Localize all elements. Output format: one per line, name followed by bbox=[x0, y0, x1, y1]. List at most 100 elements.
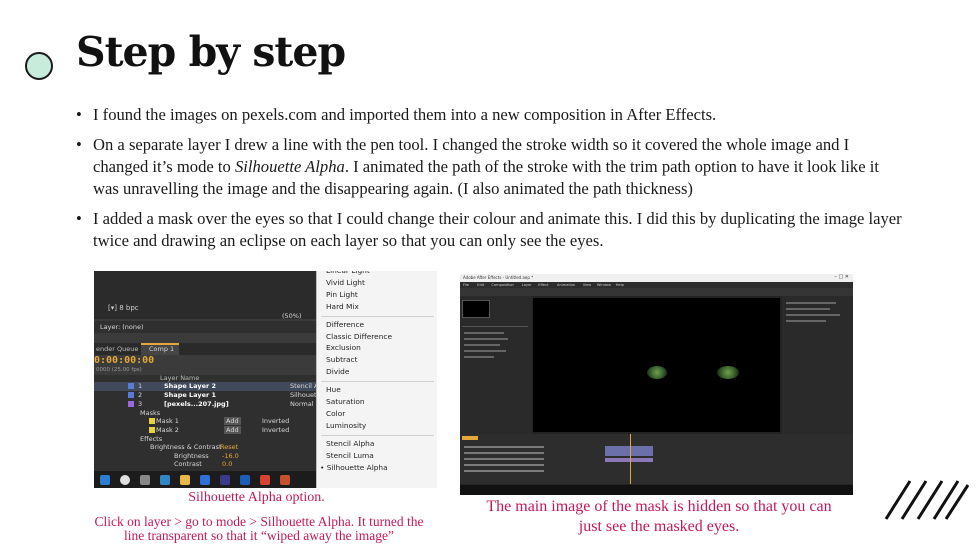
menu-item-saturation[interactable]: Saturation bbox=[326, 397, 365, 406]
timeline-panel[interactable] bbox=[460, 434, 853, 484]
menu-separator bbox=[321, 434, 434, 436]
window-controls[interactable]: – □ ✕ bbox=[834, 274, 849, 280]
timeline-row[interactable] bbox=[464, 464, 544, 466]
folder-icon[interactable] bbox=[180, 475, 190, 485]
after-effects-icon[interactable] bbox=[220, 475, 230, 485]
masks-label[interactable]: Masks bbox=[140, 409, 160, 417]
timeline-row[interactable] bbox=[464, 452, 544, 454]
layer-num: 3 bbox=[138, 400, 143, 408]
menu-item-hard-mix[interactable]: Hard Mix bbox=[326, 302, 359, 311]
menu-item-color[interactable]: Color bbox=[326, 409, 345, 418]
project-panel bbox=[460, 296, 532, 436]
zoom-label[interactable]: (50%) bbox=[282, 312, 302, 320]
menu-item-difference[interactable]: Difference bbox=[326, 320, 364, 329]
divider bbox=[462, 326, 528, 327]
layer-name[interactable]: Shape Layer 1 bbox=[164, 391, 216, 399]
menu-item-hue[interactable]: Hue bbox=[326, 385, 341, 394]
menu-item-exclusion[interactable]: Exclusion bbox=[326, 343, 361, 352]
project-item[interactable] bbox=[464, 344, 500, 346]
fps-label: 0000 (25.00 fps) bbox=[96, 367, 142, 373]
layer-label[interactable]: Layer: (none) bbox=[100, 323, 144, 331]
timeline-row[interactable] bbox=[464, 446, 544, 448]
photoshop-icon[interactable] bbox=[240, 475, 250, 485]
label-swatch bbox=[128, 392, 134, 398]
layer-mode[interactable]: Silhouet bbox=[290, 391, 317, 399]
chrome-icon[interactable] bbox=[260, 475, 270, 485]
menu-help[interactable]: Help bbox=[616, 283, 624, 287]
menu-effect[interactable]: Effect bbox=[538, 283, 548, 287]
layer-name-header: Layer Name bbox=[160, 374, 200, 382]
effect-reset[interactable]: Reset bbox=[220, 443, 238, 451]
caption-left-body: Click on layer > go to mode > Silhouette… bbox=[94, 514, 424, 543]
left-eye bbox=[647, 366, 667, 379]
bpc-label: [▾] 8 bpc bbox=[108, 304, 139, 312]
mask-inverted[interactable]: Inverted bbox=[262, 426, 289, 434]
menu-item-pin-light[interactable]: Pin Light bbox=[326, 290, 358, 299]
slashes-decoration bbox=[884, 480, 970, 520]
project-item[interactable] bbox=[464, 338, 508, 340]
layer-bar[interactable] bbox=[605, 458, 653, 462]
layer-name[interactable]: Shape Layer 2 bbox=[164, 382, 216, 390]
powerpoint-icon[interactable] bbox=[280, 475, 290, 485]
mask-mode[interactable]: Add bbox=[224, 426, 241, 434]
mask-swatch bbox=[149, 418, 155, 424]
layer-bar[interactable] bbox=[605, 446, 653, 456]
menu-window[interactable]: Window bbox=[597, 283, 611, 287]
search-icon[interactable] bbox=[120, 475, 130, 485]
render-queue-tab[interactable]: ender Queue bbox=[96, 345, 138, 353]
mask-inverted[interactable]: Inverted bbox=[262, 417, 289, 425]
ae-workspace-screenshot: Adobe After Effects - Untitled.aep * – □… bbox=[460, 274, 853, 495]
mask-name[interactable]: Mask 2 bbox=[156, 426, 179, 434]
menu-item-subtract[interactable]: Subtract bbox=[326, 355, 358, 364]
task-view-icon[interactable] bbox=[140, 475, 150, 485]
menu-animation[interactable]: Animation bbox=[557, 283, 575, 287]
menu-file[interactable]: File bbox=[463, 283, 469, 287]
brightness-value[interactable]: -16.0 bbox=[222, 452, 239, 460]
effect-name[interactable]: Brightness & Contrast bbox=[150, 443, 222, 451]
menu-layer[interactable]: Layer bbox=[522, 283, 532, 287]
timecode[interactable]: 0:00:00:00 bbox=[94, 355, 154, 366]
menu-item-stencil-alpha[interactable]: Stencil Alpha bbox=[326, 439, 374, 448]
menu-item-vivid-light[interactable]: Vivid Light bbox=[326, 278, 365, 287]
composition-viewer[interactable] bbox=[533, 298, 780, 432]
panel-row bbox=[786, 320, 826, 322]
timeline-row[interactable] bbox=[464, 470, 544, 472]
contrast-value[interactable]: 0.0 bbox=[222, 460, 232, 468]
menu-composition[interactable]: Composition bbox=[491, 283, 513, 287]
menu-item-classic-difference[interactable]: Classic Difference bbox=[326, 332, 392, 341]
brightness-label: Brightness bbox=[174, 452, 209, 460]
layer-name[interactable]: [pexels...207.jpg] bbox=[164, 400, 229, 408]
effects-panel bbox=[782, 296, 853, 436]
menu-item-silhouette-alpha[interactable]: • Silhouette Alpha bbox=[320, 463, 388, 472]
menu-item-divide[interactable]: Divide bbox=[326, 367, 349, 376]
slide-title: Step by step bbox=[76, 28, 346, 76]
title-bullet-circle bbox=[25, 52, 53, 80]
menu-item-stencil-luma[interactable]: Stencil Luma bbox=[326, 451, 374, 460]
word-icon[interactable] bbox=[200, 475, 210, 485]
edge-icon[interactable] bbox=[160, 475, 170, 485]
panel-row bbox=[786, 302, 836, 304]
contrast-label: Contrast bbox=[174, 460, 202, 468]
menu-view[interactable]: View bbox=[583, 283, 592, 287]
layer-mode[interactable]: Stencil A bbox=[290, 382, 319, 390]
mask-name[interactable]: Mask 1 bbox=[156, 417, 179, 425]
layer-mode[interactable]: Normal bbox=[290, 400, 314, 408]
caption-left-title: Silhouette Alpha option. bbox=[188, 490, 325, 505]
playhead[interactable] bbox=[630, 434, 631, 484]
bullet-text: I found the images on pexels.com and imp… bbox=[93, 105, 717, 124]
project-item[interactable] bbox=[464, 350, 506, 352]
caption-right: The main image of the mask is hidden so … bbox=[486, 498, 832, 535]
menu-item-luminosity[interactable]: Luminosity bbox=[326, 421, 366, 430]
project-item[interactable] bbox=[464, 332, 504, 334]
effects-label[interactable]: Effects bbox=[140, 435, 162, 443]
mask-mode[interactable]: Add bbox=[224, 417, 241, 425]
project-item[interactable] bbox=[464, 356, 494, 358]
menu-edit[interactable]: Edit bbox=[477, 283, 484, 287]
timeline-timecode[interactable] bbox=[462, 436, 478, 440]
blend-mode-menu: Linear Light Vivid Light Pin Light Hard Mix… bbox=[316, 271, 437, 488]
bullet-item: On a separate layer I drew a line with t… bbox=[76, 134, 906, 200]
menu-item-linear-light[interactable]: Linear Light bbox=[326, 271, 370, 275]
window-titlebar: Adobe After Effects - Untitled.aep * – □… bbox=[460, 274, 853, 282]
start-icon[interactable] bbox=[100, 475, 110, 485]
timeline-row[interactable] bbox=[464, 458, 544, 460]
